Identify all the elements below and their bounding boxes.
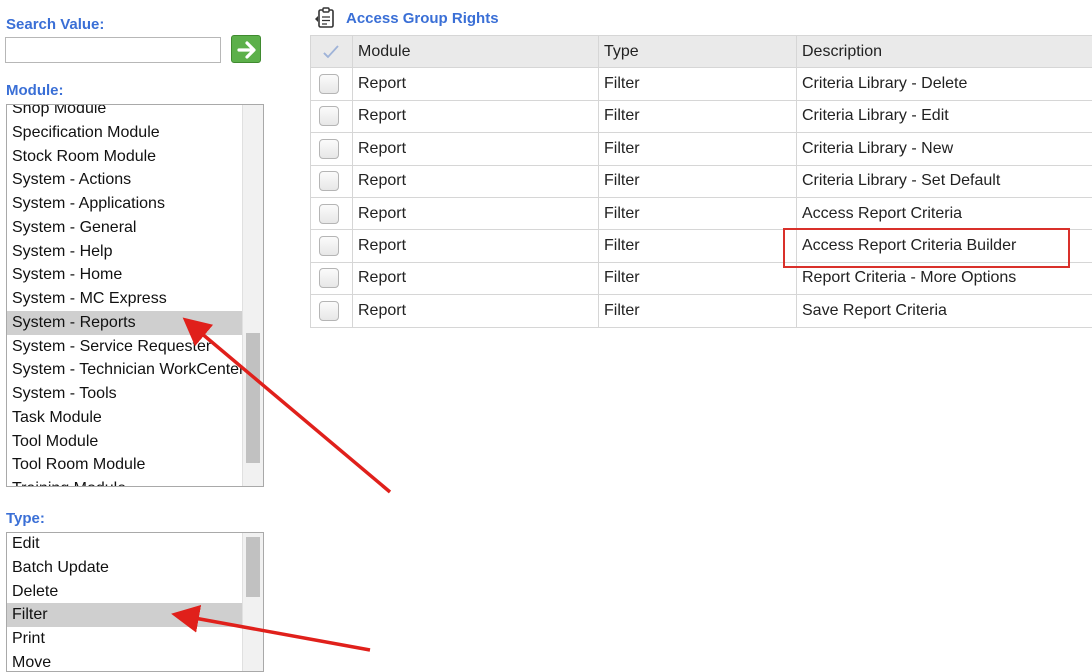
module-option[interactable]: Stock Room Module	[7, 145, 242, 169]
type-label: Type:	[6, 510, 45, 527]
module-option[interactable]: System - Applications	[7, 192, 242, 216]
table-row[interactable]: ReportFilterAccess Report Criteria	[311, 197, 1092, 229]
cell-module: Report	[353, 133, 599, 165]
type-option[interactable]: Delete	[7, 580, 242, 604]
arrow-right-icon	[236, 39, 258, 61]
cell-module: Report	[353, 295, 599, 327]
select-all-header[interactable]	[311, 36, 353, 68]
table-row[interactable]: ReportFilterCriteria Library - Delete	[311, 68, 1092, 100]
clipboard-icon	[314, 7, 338, 29]
row-checkbox[interactable]	[319, 204, 339, 224]
row-checkbox-cell[interactable]	[311, 133, 353, 165]
type-listbox[interactable]: EditBatch UpdateDeleteFilterPrintMove	[6, 532, 264, 672]
cell-module: Report	[353, 165, 599, 197]
module-option[interactable]: System - Technician WorkCenter	[7, 358, 242, 382]
table-row[interactable]: ReportFilterAccess Report Criteria Build…	[311, 230, 1092, 262]
cell-type: Filter	[599, 197, 797, 229]
cell-module: Report	[353, 197, 599, 229]
type-option[interactable]: Move	[7, 651, 242, 672]
cell-type: Filter	[599, 133, 797, 165]
search-value-input[interactable]	[5, 37, 221, 63]
table-row[interactable]: ReportFilterReport Criteria - More Optio…	[311, 262, 1092, 294]
row-checkbox[interactable]	[319, 301, 339, 321]
type-option[interactable]: Edit	[7, 532, 242, 556]
row-checkbox-cell[interactable]	[311, 262, 353, 294]
module-option[interactable]: System - Actions	[7, 168, 242, 192]
module-option[interactable]: System - General	[7, 216, 242, 240]
module-option[interactable]: Tool Module	[7, 430, 242, 454]
module-option[interactable]: Tool Room Module	[7, 453, 242, 477]
row-checkbox-cell[interactable]	[311, 230, 353, 262]
cell-description: Criteria Library - New	[797, 133, 1092, 165]
row-checkbox-cell[interactable]	[311, 295, 353, 327]
type-option[interactable]: Print	[7, 627, 242, 651]
row-checkbox[interactable]	[319, 139, 339, 159]
row-checkbox-cell[interactable]	[311, 165, 353, 197]
checkmark-icon	[321, 43, 341, 61]
module-listbox[interactable]: Shop ModuleSpecification ModuleStock Roo…	[6, 104, 264, 487]
module-option[interactable]: System - Help	[7, 240, 242, 264]
cell-description: Report Criteria - More Options	[797, 262, 1092, 294]
column-header-description[interactable]: Description	[797, 36, 1092, 68]
cell-description: Access Report Criteria	[797, 197, 1092, 229]
grid-title: Access Group Rights	[346, 10, 499, 27]
search-go-button[interactable]	[231, 35, 261, 63]
cell-description: Save Report Criteria	[797, 295, 1092, 327]
module-option[interactable]: Task Module	[7, 406, 242, 430]
column-header-type[interactable]: Type	[599, 36, 797, 68]
module-scrollbar[interactable]	[242, 105, 263, 486]
type-scrollbar[interactable]	[242, 533, 263, 671]
search-value-label: Search Value:	[6, 16, 104, 33]
cell-description: Criteria Library - Set Default	[797, 165, 1092, 197]
module-option[interactable]: System - Reports	[7, 311, 242, 335]
module-option[interactable]: Training Module	[7, 477, 242, 487]
module-option[interactable]: Specification Module	[7, 121, 242, 145]
module-option[interactable]: System - Service Requester	[7, 335, 242, 359]
module-option[interactable]: Shop Module	[7, 104, 242, 121]
table-header-row: Module Type Description	[311, 36, 1092, 68]
cell-description: Criteria Library - Edit	[797, 100, 1092, 132]
type-scrollbar-thumb[interactable]	[246, 537, 260, 597]
access-rights-table: Module Type Description ReportFilterCrit…	[310, 35, 1092, 328]
row-checkbox[interactable]	[319, 106, 339, 126]
cell-type: Filter	[599, 230, 797, 262]
cell-description: Access Report Criteria Builder	[797, 230, 1092, 262]
row-checkbox[interactable]	[319, 268, 339, 288]
table-row[interactable]: ReportFilterSave Report Criteria	[311, 295, 1092, 327]
cell-type: Filter	[599, 165, 797, 197]
row-checkbox-cell[interactable]	[311, 100, 353, 132]
grid-header: Access Group Rights	[314, 6, 499, 30]
row-checkbox-cell[interactable]	[311, 68, 353, 100]
column-header-module[interactable]: Module	[353, 36, 599, 68]
cell-type: Filter	[599, 100, 797, 132]
table-row[interactable]: ReportFilterCriteria Library - Set Defau…	[311, 165, 1092, 197]
module-option[interactable]: System - Home	[7, 263, 242, 287]
row-checkbox[interactable]	[319, 171, 339, 191]
type-option[interactable]: Batch Update	[7, 556, 242, 580]
module-scrollbar-thumb[interactable]	[246, 333, 260, 463]
cell-type: Filter	[599, 295, 797, 327]
cell-type: Filter	[599, 68, 797, 100]
row-checkbox[interactable]	[319, 236, 339, 256]
cell-module: Report	[353, 230, 599, 262]
cell-description: Criteria Library - Delete	[797, 68, 1092, 100]
cell-module: Report	[353, 100, 599, 132]
cell-module: Report	[353, 262, 599, 294]
row-checkbox[interactable]	[319, 74, 339, 94]
module-label: Module:	[6, 82, 64, 99]
module-option[interactable]: System - Tools	[7, 382, 242, 406]
table-row[interactable]: ReportFilterCriteria Library - Edit	[311, 100, 1092, 132]
table-row[interactable]: ReportFilterCriteria Library - New	[311, 133, 1092, 165]
cell-module: Report	[353, 68, 599, 100]
type-option[interactable]: Filter	[7, 603, 242, 627]
module-option[interactable]: System - MC Express	[7, 287, 242, 311]
row-checkbox-cell[interactable]	[311, 197, 353, 229]
cell-type: Filter	[599, 262, 797, 294]
